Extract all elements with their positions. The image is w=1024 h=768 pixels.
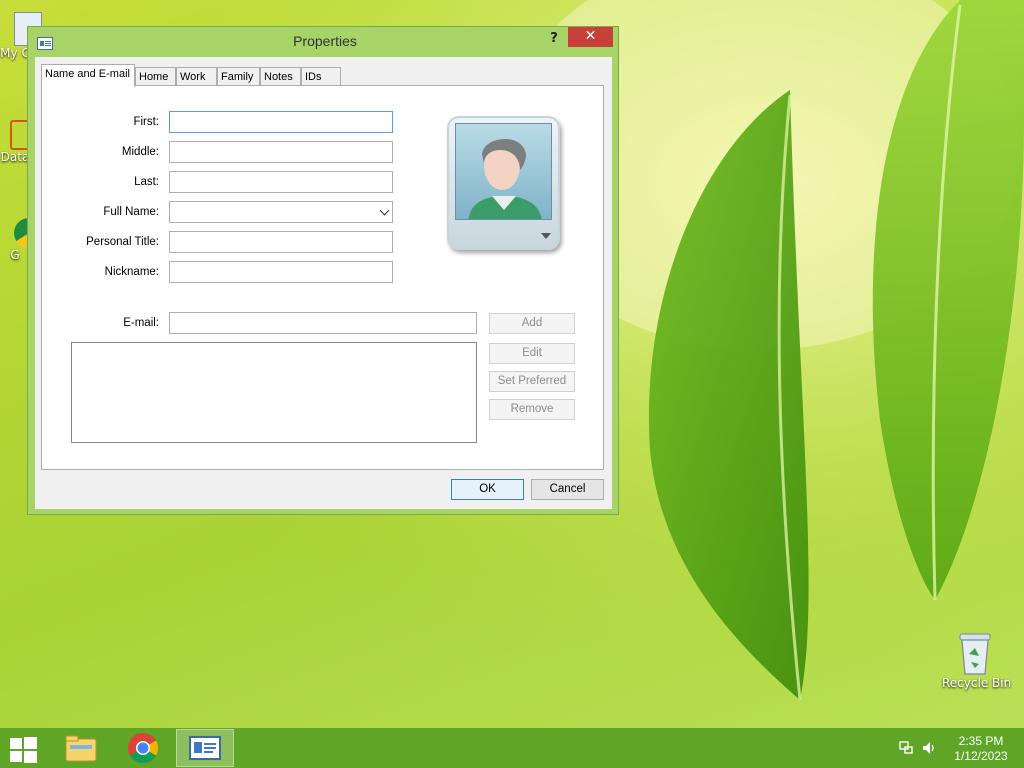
personal-title-label: Personal Title:	[86, 236, 159, 248]
tab-home[interactable]: Home	[135, 67, 176, 86]
full-name-label: Full Name:	[103, 206, 159, 218]
recycle-bin-icon	[959, 633, 991, 675]
desktop-icon-chrome[interactable]: G	[0, 218, 44, 262]
windows-logo-icon	[10, 751, 22, 762]
close-button[interactable]: ✕	[568, 27, 613, 47]
tab-panel-name-and-email: First: Middle: Last: Full Name: Personal…	[41, 85, 604, 470]
last-name-input[interactable]	[169, 171, 393, 193]
taskbar-contacts[interactable]	[176, 729, 234, 767]
ok-button[interactable]: OK	[451, 479, 524, 500]
taskbar-file-explorer[interactable]	[52, 729, 110, 767]
dialog-client-area: Name and E-mail Home Work Family Notes I…	[35, 57, 612, 509]
contact-picture-button[interactable]	[447, 116, 560, 250]
tab-family[interactable]: Family	[217, 67, 260, 86]
clock-time: 2:35 PM	[958, 734, 1004, 748]
chevron-down-icon	[541, 233, 551, 239]
chevron-down-icon	[379, 205, 390, 216]
tab-ids[interactable]: IDs	[301, 67, 341, 86]
nickname-input[interactable]	[169, 261, 393, 283]
network-icon[interactable]	[898, 740, 914, 756]
chrome-icon	[128, 733, 159, 764]
personal-title-input[interactable]	[169, 231, 393, 253]
contact-picture	[455, 123, 552, 220]
email-label: E-mail:	[123, 317, 159, 329]
middle-name-input[interactable]	[169, 141, 393, 163]
cancel-button[interactable]: Cancel	[531, 479, 604, 500]
taskbar: 2:35 PM 1/12/2023	[0, 728, 1024, 768]
tab-work[interactable]: Work	[176, 67, 217, 86]
first-name-input[interactable]	[169, 111, 393, 133]
file-explorer-icon	[65, 735, 97, 762]
start-button[interactable]	[8, 736, 38, 763]
windows-logo-icon	[24, 737, 37, 749]
remove-email-button[interactable]: Remove	[489, 399, 575, 420]
close-icon: ✕	[584, 28, 597, 44]
windows-logo-icon	[24, 751, 37, 763]
desktop-icon-label: My C	[0, 46, 30, 60]
first-label: First:	[133, 116, 159, 128]
middle-label: Middle:	[121, 146, 159, 158]
desktop-icon-data[interactable]: Data	[0, 120, 30, 164]
clock-date: 1/12/2023	[954, 749, 1008, 763]
desktop-icon-label: Data	[0, 150, 30, 164]
nickname-label: Nickname:	[104, 266, 159, 278]
add-email-button[interactable]: Add	[489, 313, 575, 334]
taskbar-chrome[interactable]	[114, 729, 172, 767]
volume-icon[interactable]	[921, 740, 937, 756]
last-label: Last:	[134, 176, 159, 188]
desktop-icon-my-computer[interactable]: My C	[0, 12, 42, 60]
set-preferred-button[interactable]: Set Preferred	[489, 371, 575, 392]
help-button[interactable]: ?	[540, 30, 568, 50]
full-name-select[interactable]	[169, 201, 393, 223]
windows-logo-icon	[10, 738, 22, 749]
desktop-icon-label: G	[10, 248, 20, 262]
desktop-icon-label: Recycle Bin	[942, 676, 1012, 690]
tab-name-and-email[interactable]: Name and E-mail	[41, 64, 135, 87]
person-silhouette-icon	[468, 138, 542, 219]
properties-dialog: Properties ? ✕ Name and E-mail Home Work…	[27, 26, 619, 515]
desktop-icon-recycle-bin[interactable]: Recycle Bin	[942, 632, 1012, 690]
dialog-titlebar[interactable]: Properties ? ✕	[28, 27, 618, 57]
edit-email-button[interactable]: Edit	[489, 343, 575, 364]
email-input[interactable]	[169, 312, 477, 334]
contacts-app-icon	[189, 736, 221, 760]
email-list[interactable]	[71, 342, 477, 443]
dialog-title: Properties	[293, 33, 357, 49]
taskbar-clock[interactable]: 2:35 PM 1/12/2023	[952, 734, 1010, 764]
tab-notes[interactable]: Notes	[260, 67, 301, 86]
